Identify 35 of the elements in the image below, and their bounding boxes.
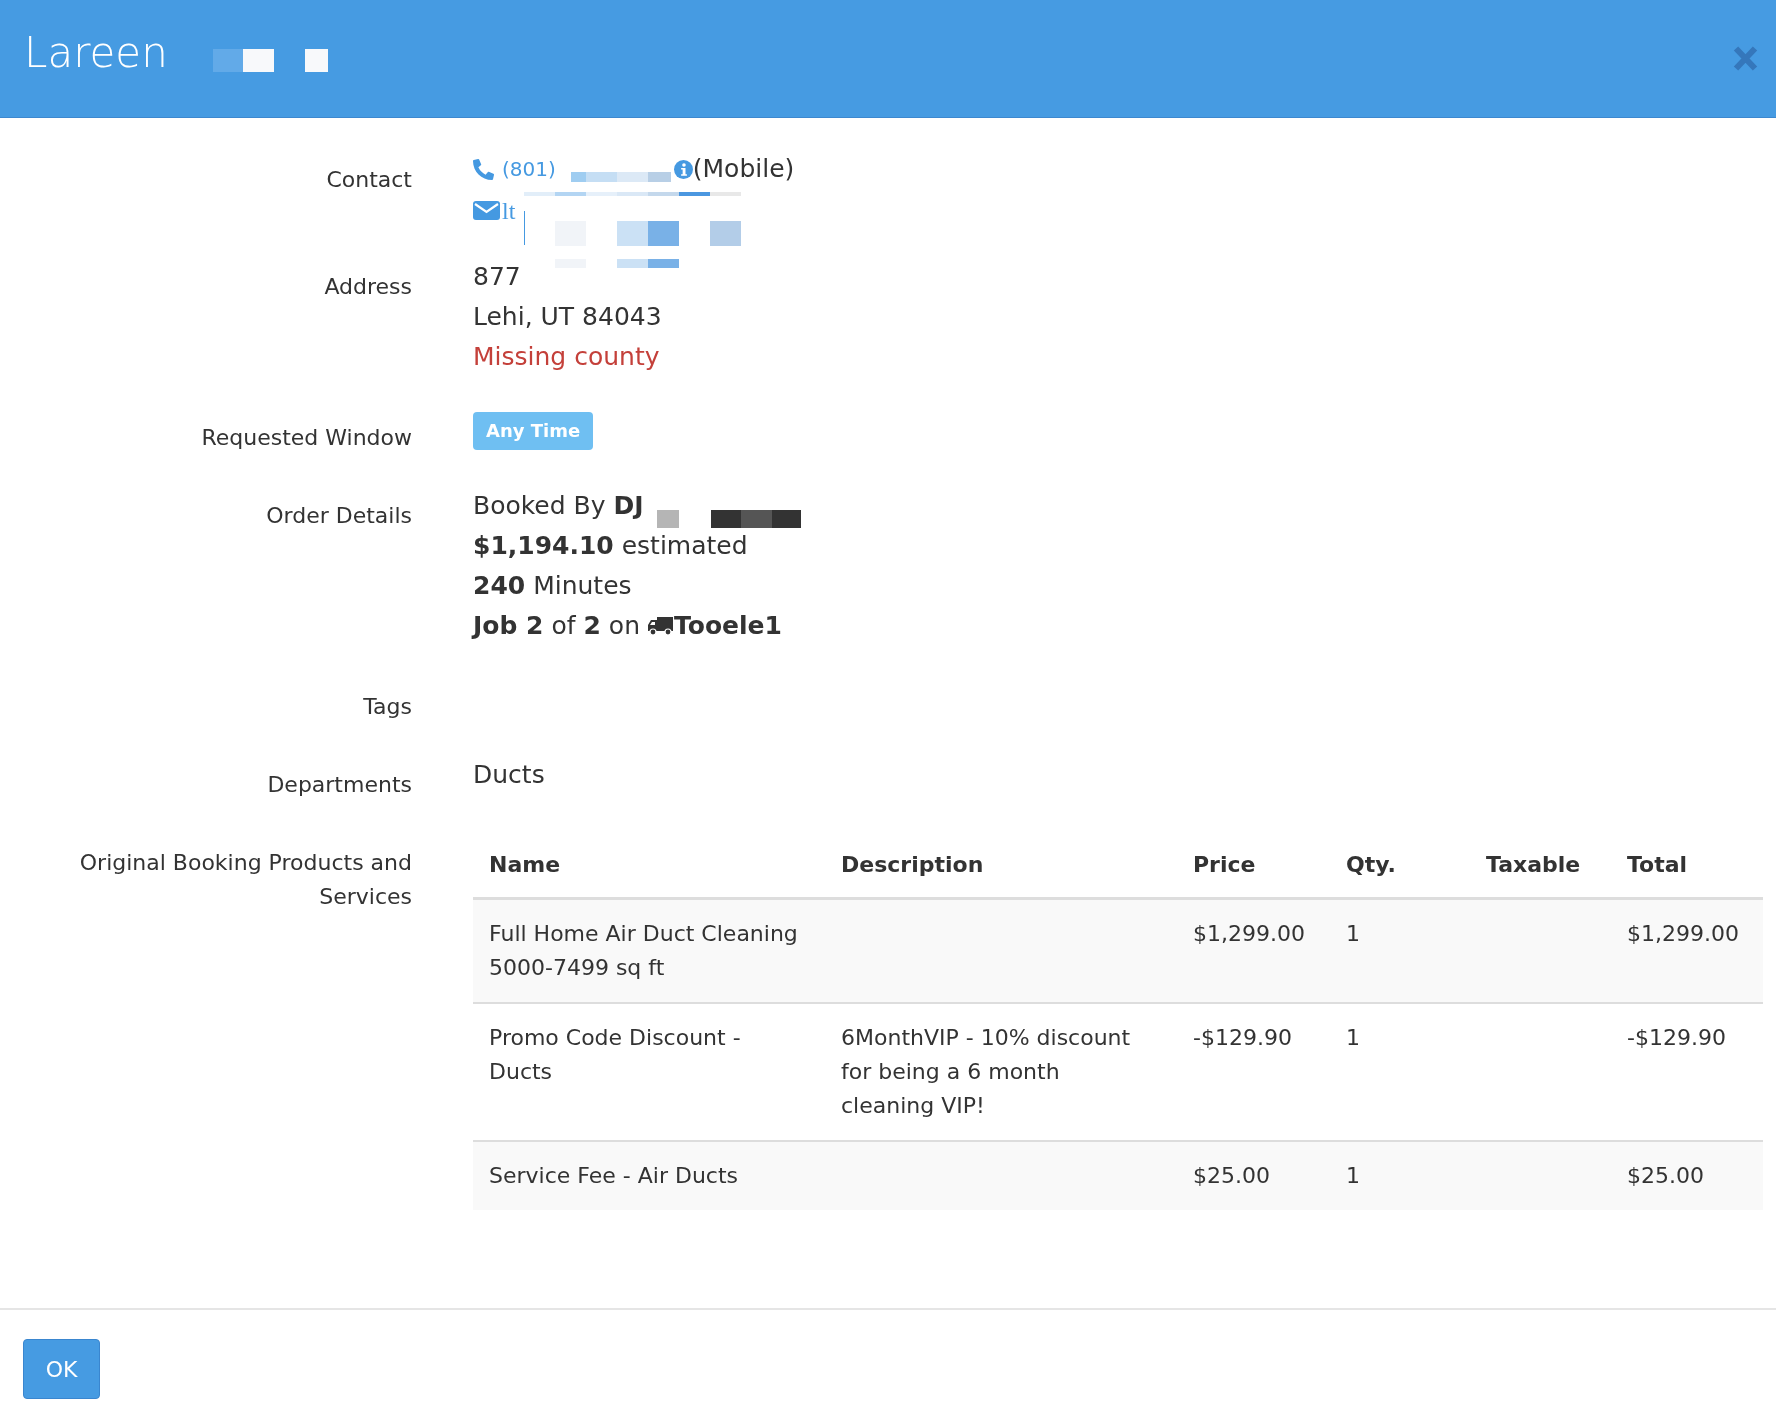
phone-icon <box>473 158 494 180</box>
time-window-badge: Any Time <box>473 412 594 450</box>
order-detail-text: 240 Minutes <box>473 570 632 602</box>
truck-name: Tooele1 <box>674 610 782 642</box>
order-detail-text: $1,194.10 estimated <box>473 530 748 562</box>
field-label: Order Details <box>265 502 412 530</box>
envelope-icon <box>473 201 500 220</box>
info-icon <box>673 159 693 179</box>
table-cell: 1 <box>1330 898 1470 1003</box>
detail-text: 877 <box>473 261 521 293</box>
table-cell: $25.00 <box>1177 1141 1330 1210</box>
email-link[interactable]: lt <box>502 196 516 226</box>
field-label: Original Booking Products and Services <box>78 849 412 911</box>
field-label: Contact <box>325 166 412 194</box>
order-detail-text: Booked By DJ <box>473 490 644 522</box>
field-label: Address <box>323 273 412 301</box>
job-text: Job 2 of 2 on <box>473 610 640 642</box>
close-icon[interactable] <box>1733 45 1758 72</box>
phone-type-text: (Mobile) <box>692 153 795 185</box>
field-label: Departments <box>266 771 412 799</box>
detail-text: Lehi, UT 84043 <box>473 301 662 333</box>
table-cell: $25.00 <box>1611 1141 1763 1210</box>
dialog-title: Lareen <box>24 28 168 79</box>
detail-text: Ducts <box>473 759 545 791</box>
truck-icon <box>648 616 674 636</box>
table-cell: 1 <box>1330 1141 1470 1210</box>
table-cell: $1,299.00 <box>1611 898 1763 1003</box>
ok-button[interactable]: OK <box>23 1339 100 1399</box>
table-cell: $1,299.00 <box>1177 898 1330 1003</box>
field-label: Requested Window <box>200 424 412 452</box>
table-cell: Service Fee - Air Ducts <box>473 1141 825 1210</box>
warning-text: Missing county <box>473 341 660 373</box>
field-label: Tags <box>362 693 412 721</box>
phone-link[interactable]: (801) <box>502 149 556 189</box>
table-cell: Full Home Air Duct Cleaning 5000-7499 sq ft <box>473 898 825 1003</box>
